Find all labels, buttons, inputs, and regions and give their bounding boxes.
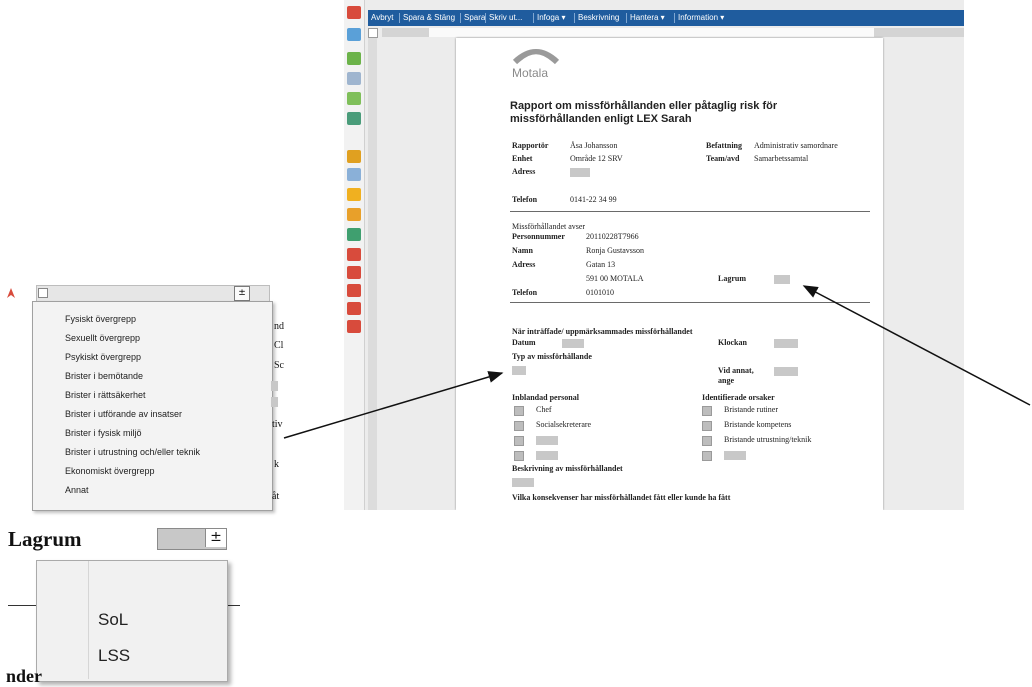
- callout-arrows: [283, 285, 1031, 439]
- arrow-to-lagrum-field: [802, 285, 1031, 406]
- arrow-to-type-field: [283, 371, 504, 439]
